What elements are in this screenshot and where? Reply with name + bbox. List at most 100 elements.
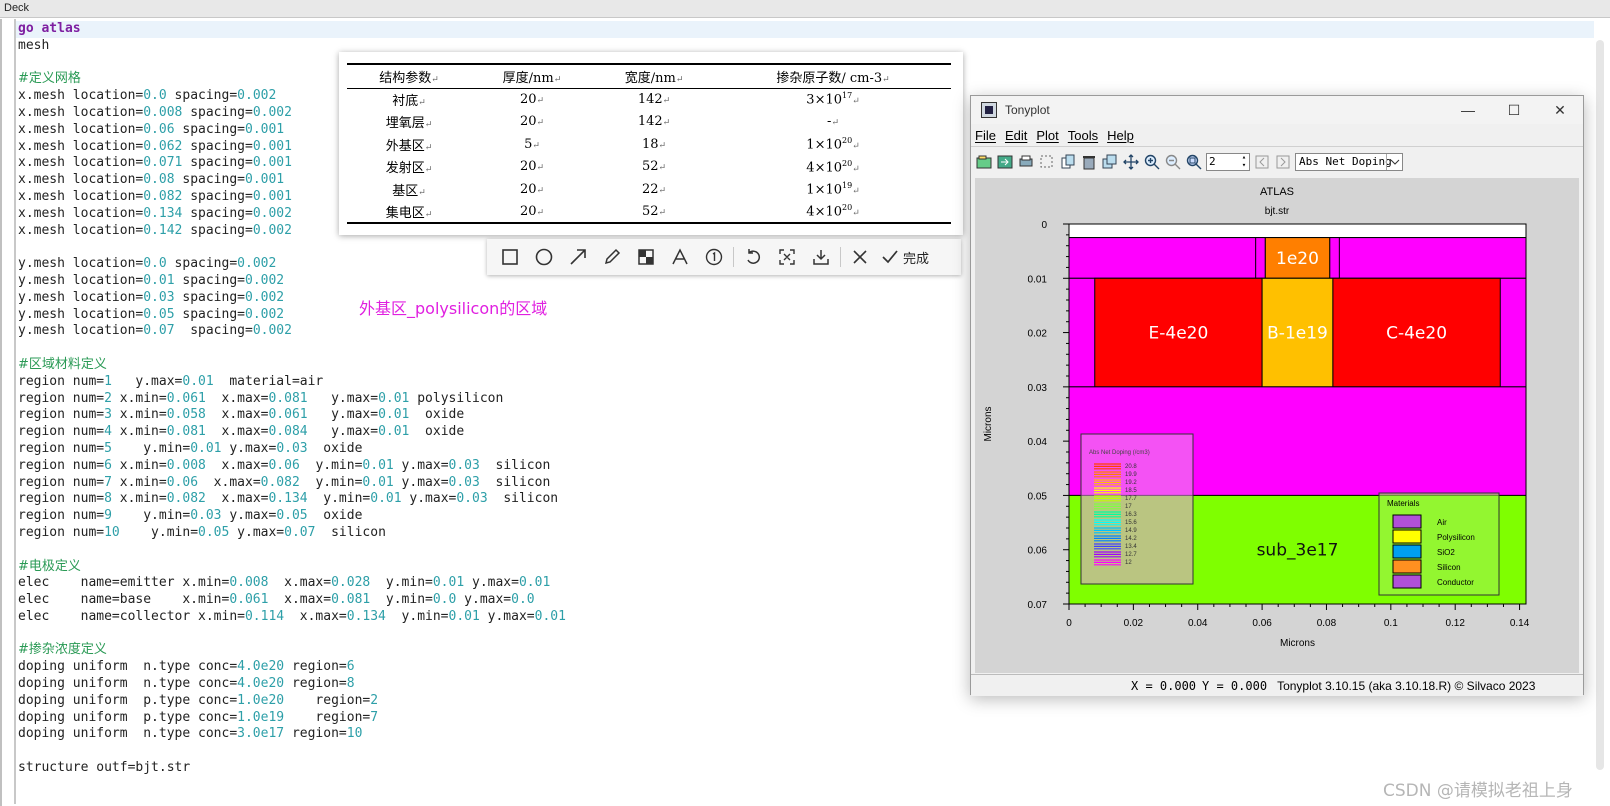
code-token: 0.002	[252, 104, 292, 120]
code-token: region num=	[18, 390, 105, 406]
code-token: spacing=	[174, 289, 245, 305]
x-tick-label: 0.12	[1445, 618, 1465, 629]
code-token: silicon	[479, 457, 551, 473]
zoom-factor-spinner[interactable]: 2	[1206, 152, 1250, 171]
code-token: x.min=	[111, 491, 167, 507]
text-icon[interactable]	[663, 242, 697, 272]
number-icon[interactable]	[697, 242, 731, 272]
region-label: E-4e20	[1149, 324, 1209, 344]
minimize-button[interactable]: —	[1445, 96, 1491, 124]
table-cell: 142↵	[593, 88, 715, 111]
quantity-select[interactable]: Abs Net Doping	[1295, 152, 1403, 171]
code-token: 0.008	[143, 104, 183, 120]
pencil-icon[interactable]	[595, 242, 629, 272]
code-token: y.max=	[393, 457, 449, 473]
code-token: y.min=	[299, 457, 363, 473]
duplicate-icon[interactable]	[1101, 153, 1119, 171]
table-cell: 20↵	[471, 156, 593, 179]
annotation-text: 外基区_polysilicon的区域	[359, 299, 548, 318]
table-cell: 52↵	[593, 200, 716, 224]
return-mark: ↵	[536, 163, 545, 174]
code-token: y.max=	[229, 524, 285, 540]
done-button[interactable]: 完成	[881, 248, 929, 267]
crop-icon[interactable]	[770, 242, 804, 272]
code-token: 0.002	[245, 289, 285, 305]
x-tick-label: 0.1	[1384, 618, 1398, 629]
editor-scrollbar[interactable]	[1596, 40, 1604, 770]
undo-icon[interactable]	[736, 242, 770, 272]
table-cell-text: 20	[519, 203, 537, 219]
code-token: 1.0e20	[237, 692, 285, 708]
toolbar-separator	[840, 247, 841, 267]
table-cell-text: 22	[641, 181, 659, 197]
code-token: #区域材料定义	[18, 356, 107, 372]
zoom-out-icon[interactable]	[1164, 153, 1182, 171]
close-window-button[interactable]: ✕	[1537, 96, 1583, 124]
structure-plot[interactable]: ATLAS bjt.str 1e20 E-4e20 B-1e19 C-4e20 sub_3e…	[975, 178, 1579, 673]
table-cell: 20↵	[471, 88, 593, 111]
next-plot-icon[interactable]	[1274, 153, 1292, 171]
watermark: CSDN @请模拟老祖上身	[1383, 781, 1573, 801]
code-token: 0.03	[276, 440, 308, 456]
code-line[interactable]: structure outf=bjt.str	[18, 760, 1594, 777]
return-mark: ↵	[882, 74, 890, 85]
open-icon[interactable]	[975, 153, 993, 171]
menu-edit[interactable]: Edit	[1005, 128, 1027, 143]
menu-plot[interactable]: Plot	[1036, 128, 1058, 143]
chevron-down-icon	[1386, 153, 1402, 170]
tonyplot-window: Tonyplot — ☐ ✕ File Edit Plot Tools Help…	[970, 95, 1584, 696]
print-icon[interactable]	[1017, 153, 1035, 171]
table-cell: 基区↵	[347, 178, 471, 201]
menu-tools[interactable]: Tools	[1068, 128, 1098, 143]
region-label: sub_3e17	[1257, 541, 1339, 561]
code-token: #掺杂浓度定义	[18, 642, 107, 658]
return-mark: ↵	[658, 185, 667, 196]
materials-legend-swatch	[1392, 529, 1422, 544]
code-token: y.max=	[307, 424, 379, 440]
zoom-in-icon[interactable]	[1143, 153, 1161, 171]
code-line[interactable]	[18, 743, 1594, 760]
materials-legend-label: Polysilicon	[1437, 533, 1475, 542]
code-token: region=	[284, 709, 371, 725]
copy-icon[interactable]	[1059, 153, 1077, 171]
code-token: 0.05	[276, 508, 308, 524]
code-token: 0.082	[143, 188, 183, 204]
download-icon[interactable]	[804, 242, 838, 272]
code-token: 0.002	[237, 256, 277, 272]
code-token: region num=	[18, 457, 105, 473]
code-token: region num=	[18, 373, 105, 389]
arrow-icon[interactable]	[561, 242, 595, 272]
circle-icon[interactable]	[527, 242, 561, 272]
previous-plot-icon[interactable]	[1253, 153, 1271, 171]
select-icon[interactable]	[1038, 153, 1056, 171]
code-line[interactable]: doping uniform n.type conc=3.0e17 region…	[18, 726, 1594, 743]
zoom-box-icon[interactable]	[1185, 153, 1203, 171]
code-token: region num=	[18, 524, 105, 540]
code-token: y.min=	[111, 508, 191, 524]
code-token: spacing=	[166, 256, 238, 272]
rectangle-icon[interactable]	[493, 242, 527, 272]
table-cell: 衬底↵	[347, 88, 471, 111]
return-mark: ↵	[418, 187, 426, 198]
pan-icon[interactable]	[1122, 153, 1140, 171]
code-token: y.min=	[370, 575, 433, 591]
code-token: 0.058	[166, 407, 206, 423]
plot-area[interactable]: ATLAS bjt.str 1e20 E-4e20 B-1e19 C-4e20 sub_3e…	[975, 178, 1579, 673]
menu-file[interactable]: File	[975, 128, 996, 143]
code-line[interactable]: doping uniform p.type conc=1.0e19 region…	[18, 710, 1594, 727]
materials-legend-label: Conductor	[1437, 578, 1474, 587]
mosaic-icon[interactable]	[629, 242, 663, 272]
y-tick-label: 0.07	[1028, 600, 1048, 611]
delete-icon[interactable]	[1080, 153, 1098, 171]
table-cell: 22↵	[593, 178, 715, 201]
code-token: y.mesh location=	[18, 323, 144, 339]
import-icon[interactable]	[996, 153, 1014, 171]
close-icon[interactable]	[843, 242, 877, 272]
code-token: 0.061	[268, 407, 308, 423]
code-line[interactable]: go atlas	[16, 21, 1594, 38]
code-token: 0.0	[143, 256, 167, 272]
menu-help[interactable]: Help	[1107, 128, 1134, 143]
return-mark: ↵	[658, 207, 667, 218]
maximize-button[interactable]: ☐	[1491, 96, 1537, 124]
code-token: 1	[104, 373, 112, 389]
